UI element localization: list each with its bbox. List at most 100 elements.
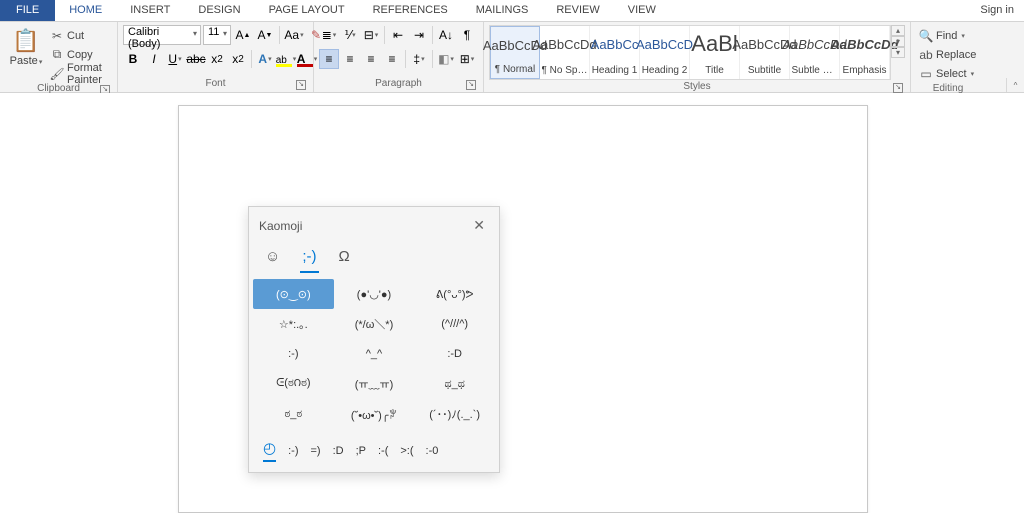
font-family-select[interactable]: Calibri (Body) (123, 25, 201, 45)
bullets-button[interactable]: ≣▾ (319, 25, 339, 45)
tab-mailings[interactable]: MAILINGS (462, 0, 543, 21)
strikethrough-button[interactable]: abc (186, 49, 206, 69)
grow-font-button[interactable]: A▲ (233, 25, 253, 45)
style-preview: AaBbCcDd (831, 30, 899, 58)
increase-indent-button[interactable]: ⇥ (409, 25, 429, 45)
cut-button[interactable]: ✂Cut (47, 27, 112, 44)
kaomoji-item[interactable]: ᕮ(ಠ౧ಠ) (253, 369, 334, 399)
style-card[interactable]: AaBbCcDd¶ No Spac... (540, 26, 590, 79)
text-effects-button[interactable]: A▾ (255, 49, 275, 69)
kaomoji-item[interactable]: (´･･)ﾉ(._.`) (414, 399, 495, 429)
kaomoji-item[interactable]: (˘•ω•˘)╭ꐕ (334, 399, 415, 429)
style-preview: AaBl (691, 30, 737, 58)
format-painter-button[interactable]: 🖌Format Painter (47, 65, 112, 82)
kaomoji-recent-item[interactable]: :-) (288, 445, 298, 457)
select-button[interactable]: ▭Select▾ (916, 65, 979, 82)
style-preview: AaBbCcD (636, 30, 693, 58)
style-name: Emphasis (842, 65, 888, 76)
copy-button[interactable]: ⧉Copy (47, 46, 112, 63)
replace-button[interactable]: abReplace (916, 46, 979, 63)
underline-button[interactable]: U▾ (165, 49, 185, 69)
kaomoji-item[interactable]: (●'◡'●) (334, 279, 415, 309)
sign-in[interactable]: Sign in (970, 0, 1024, 21)
kaomoji-recent-item[interactable]: ;P (356, 445, 366, 457)
borders-button[interactable]: ⊞▾ (457, 49, 477, 69)
tab-kaomoji[interactable]: ;-) (300, 244, 318, 273)
tab-insert[interactable]: INSERT (116, 0, 184, 21)
align-right-button[interactable]: ≡ (361, 49, 381, 69)
kaomoji-item[interactable]: :-) (253, 339, 334, 369)
tab-home[interactable]: HOME (55, 0, 116, 21)
kaomoji-item[interactable]: (^///^) (414, 309, 495, 339)
numbering-button[interactable]: ⅟▾ (340, 25, 360, 45)
find-icon: 🔍 (919, 29, 933, 43)
paragraph-launcher[interactable]: ↘ (466, 80, 476, 90)
gallery-scroll[interactable]: ▴▾▾ (891, 25, 905, 58)
paste-label: Paste▾ (10, 55, 43, 67)
decrease-indent-button[interactable]: ⇤ (388, 25, 408, 45)
group-clipboard: 📋 Paste▾ ✂Cut ⧉Copy 🖌Format Painter Clip… (0, 22, 118, 92)
tab-page-layout[interactable]: PAGE LAYOUT (255, 0, 359, 21)
style-card[interactable]: AaBbCcDHeading 2 (640, 26, 690, 79)
kaomoji-recent-item[interactable]: >:( (400, 445, 413, 457)
kaomoji-item[interactable]: (⊙‿⊙) (253, 279, 334, 309)
style-card[interactable]: AaBbCcDdEmphasis (840, 26, 890, 79)
kaomoji-item[interactable]: ^_^ (334, 339, 415, 369)
tab-design[interactable]: DESIGN (184, 0, 254, 21)
group-font: Calibri (Body) 11 A▲ A▼ Aa▾ ✎ B I U▾ abc… (118, 22, 314, 92)
kaomoji-item[interactable]: ಠ_ಠ (253, 399, 334, 429)
kaomoji-recent-item[interactable]: =) (310, 445, 320, 457)
highlight-button[interactable]: ab▾ (276, 49, 296, 69)
show-marks-button[interactable]: ¶ (457, 25, 477, 45)
justify-button[interactable]: ≡ (382, 49, 402, 69)
kaomoji-item[interactable]: (*/ω＼*) (334, 309, 415, 339)
kaomoji-recent-item[interactable]: :D (333, 445, 344, 457)
tab-symbols[interactable]: Ω (337, 244, 352, 273)
styles-launcher[interactable]: ↘ (893, 83, 903, 93)
tab-file[interactable]: FILE (0, 0, 55, 21)
group-label-font: Font↘ (123, 77, 308, 91)
kaomoji-item[interactable]: ᕕ(°ᴗ°)ᕗ (414, 279, 495, 309)
recent-icon[interactable]: ◴ (263, 439, 276, 462)
style-name: Heading 1 (592, 65, 638, 76)
styles-gallery: AaBbCcDd¶ NormalAaBbCcDd¶ No Spac...AaBb… (489, 25, 891, 80)
subscript-button[interactable]: x2 (207, 49, 227, 69)
kaomoji-item[interactable]: ಥ_ಥ (414, 369, 495, 399)
ribbon: 📋 Paste▾ ✂Cut ⧉Copy 🖌Format Painter Clip… (0, 22, 1024, 93)
kaomoji-recent-bar: ◴ :-) =) :D ;P :-( >:( :-0 (249, 435, 499, 472)
brush-icon: 🖌 (50, 67, 64, 81)
sort-button[interactable]: A↓ (436, 25, 456, 45)
tab-view[interactable]: VIEW (614, 0, 670, 21)
kaomoji-item[interactable]: (ㅠ﹏ㅠ) (334, 369, 415, 399)
italic-button[interactable]: I (144, 49, 164, 69)
font-launcher[interactable]: ↘ (296, 80, 306, 90)
shading-button[interactable]: ◧▾ (436, 49, 456, 69)
line-spacing-button[interactable]: ‡▾ (409, 49, 429, 69)
group-editing: 🔍Find▾ abReplace ▭Select▾ Editing (911, 22, 985, 92)
font-size-select[interactable]: 11 (203, 25, 231, 45)
kaomoji-grid: (⊙‿⊙)(●'◡'●)ᕕ(°ᴗ°)ᕗ ☆*:.｡.(*/ω＼*)(^///^):… (249, 273, 499, 435)
kaomoji-item[interactable]: ☆*:.｡. (253, 309, 334, 339)
kaomoji-panel: Kaomoji ✕ ☺ ;-) Ω (⊙‿⊙)(●'◡'●)ᕕ(°ᴗ°)ᕗ☆*:… (248, 206, 500, 473)
bold-button[interactable]: B (123, 49, 143, 69)
scissors-icon: ✂ (50, 29, 64, 43)
kaomoji-item[interactable]: :-D (414, 339, 495, 369)
kaomoji-recent-item[interactable]: :-( (378, 445, 388, 457)
align-left-button[interactable]: ≡ (319, 49, 339, 69)
align-center-button[interactable]: ≡ (340, 49, 360, 69)
find-button[interactable]: 🔍Find▾ (916, 27, 979, 44)
style-preview: AaBbCc (591, 30, 639, 58)
shrink-font-button[interactable]: A▼ (255, 25, 275, 45)
paste-button[interactable]: 📋 Paste▾ (5, 25, 47, 69)
tab-emoji[interactable]: ☺ (263, 244, 282, 273)
tab-references[interactable]: REFERENCES (359, 0, 462, 21)
multilevel-button[interactable]: ⊟▾ (361, 25, 381, 45)
style-card[interactable]: AaBbCc Heading 1 (590, 26, 640, 79)
change-case-button[interactable]: Aa▾ (284, 25, 304, 45)
kaomoji-recent-item[interactable]: :-0 (426, 445, 439, 457)
tab-review[interactable]: REVIEW (542, 0, 613, 21)
collapse-ribbon-button[interactable]: ^ (1006, 78, 1024, 92)
kaomoji-close-button[interactable]: ✕ (469, 215, 489, 236)
superscript-button[interactable]: x2 (228, 49, 248, 69)
group-paragraph: ≣▾ ⅟▾ ⊟▾ ⇤ ⇥ A↓ ¶ ≡ ≡ ≡ ≡ ‡▾ ◧▾ ⊞▾ (314, 22, 484, 92)
